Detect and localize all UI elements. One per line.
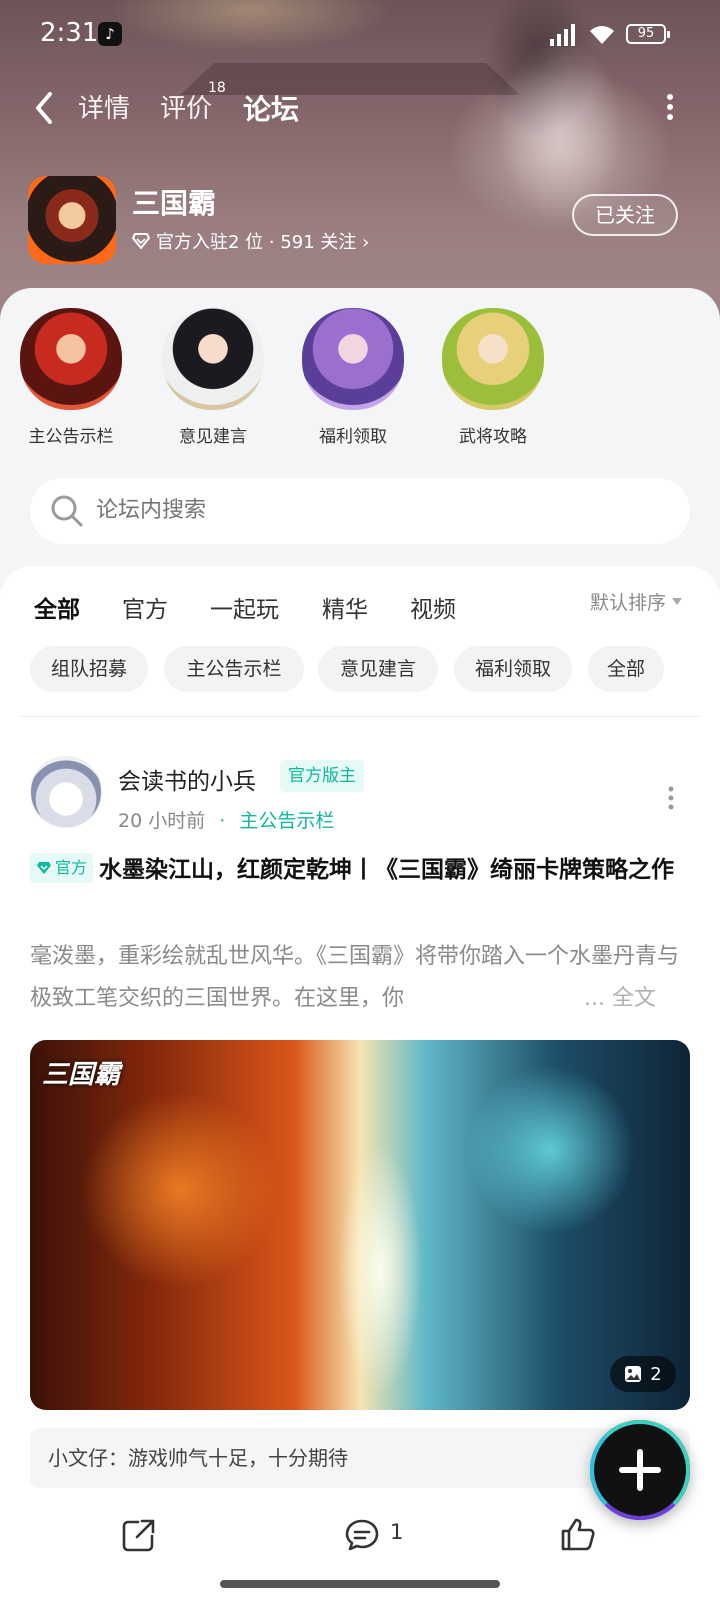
post-title[interactable]: 官方 水墨染江山，红颜定乾坤丨《三国霸》绮丽卡牌策略之作: [30, 850, 690, 890]
follow-button[interactable]: 已关注: [572, 194, 678, 236]
plus-icon: [619, 1449, 661, 1491]
comment-icon[interactable]: [344, 1518, 380, 1552]
forum-panel: 主公告示栏 意见建言 福利领取 武将攻略 全部 官方 一起玩 精华 视频 默认排…: [0, 288, 720, 1600]
game-app-icon[interactable]: [28, 176, 116, 264]
author-avatar[interactable]: [30, 756, 102, 828]
signal-icon: [550, 24, 575, 46]
quick-link-avatar: [302, 308, 404, 410]
quick-link-announcements[interactable]: 主公告示栏: [6, 308, 136, 447]
share-icon[interactable]: [122, 1518, 156, 1552]
tab-official[interactable]: 官方: [122, 590, 168, 624]
post-action-bar: 1: [0, 1506, 720, 1576]
quick-link-rewards[interactable]: 福利领取: [288, 308, 418, 447]
diamond-icon: [132, 233, 150, 249]
game-meta[interactable]: 官方入驻2 位 · 591 关注 ›: [132, 228, 369, 254]
image-icon: [625, 1366, 642, 1382]
tab-featured[interactable]: 精华: [322, 590, 368, 624]
quick-link-avatar: [162, 308, 264, 410]
comment-count: 1: [390, 1520, 404, 1544]
tab-all-label: 全部: [34, 597, 80, 623]
post-meta: 20 小时前 · 主公告示栏: [118, 806, 334, 833]
quick-link-label: 福利领取: [319, 427, 387, 447]
moderator-badge: 官方版主: [280, 760, 364, 792]
post-time: 20 小时前: [118, 810, 206, 832]
quick-links: 主公告示栏 意见建言 福利领取 武将攻略: [0, 308, 720, 458]
search-bar[interactable]: [30, 478, 690, 544]
chip-all[interactable]: 全部: [588, 646, 664, 692]
official-tag-label: 官方: [55, 858, 88, 877]
game-info-row: 三国霸 官方入驻2 位 · 591 关注 › 已关注: [0, 176, 720, 268]
back-arrow-icon[interactable]: [30, 88, 60, 128]
post-title-text: 水墨染江山，红颜定乾坤丨《三国霸》绮丽卡牌策略之作: [99, 857, 675, 883]
chip-rewards[interactable]: 福利领取: [454, 646, 572, 692]
tab-details[interactable]: 详情: [78, 88, 130, 125]
thumbs-up-icon[interactable]: [560, 1516, 596, 1552]
game-header-banner: 2:31 ♪ 95 详情 评价 18 论坛 三国霸 官方入驻2 位 · 591 …: [0, 0, 720, 330]
tab-play-together[interactable]: 一起玩: [210, 590, 279, 624]
quick-link-label: 武将攻略: [459, 427, 527, 447]
quick-link-guides[interactable]: 武将攻略: [428, 308, 558, 447]
more-vertical-icon[interactable]: [666, 92, 674, 122]
meta-separator: ·: [219, 810, 226, 832]
tab-videos[interactable]: 视频: [410, 590, 456, 624]
home-indicator[interactable]: [220, 1580, 500, 1588]
official-tag: 官方: [30, 853, 94, 883]
post-image[interactable]: 三国霸 2: [30, 1040, 690, 1410]
post-more-icon[interactable]: [668, 786, 674, 810]
diamond-icon: [37, 862, 51, 874]
sort-label: 默认排序: [590, 592, 667, 614]
quick-link-label: 主公告示栏: [28, 427, 114, 447]
image-count-badge: 2: [610, 1356, 676, 1392]
tab-forum[interactable]: 论坛: [240, 88, 302, 128]
quick-link-label: 意见建言: [179, 427, 247, 447]
battery-icon: 95: [626, 24, 670, 44]
tab-all[interactable]: 全部: [34, 590, 80, 624]
game-title: 三国霸: [132, 187, 217, 220]
tiktok-notification-icon: ♪: [98, 22, 122, 46]
create-post-button[interactable]: [590, 1420, 690, 1520]
status-time: 2:31: [40, 18, 99, 48]
game-meta-text: 官方入驻2 位 · 591 关注 ›: [156, 232, 370, 253]
post-section-link[interactable]: 主公告示栏: [239, 810, 334, 832]
status-bar: 2:31 ♪ 95: [0, 0, 720, 70]
wifi-icon: [590, 26, 614, 44]
caret-down-icon: [672, 598, 683, 605]
author-name[interactable]: 会读书的小兵: [118, 762, 256, 796]
chip-feedback[interactable]: 意见建言: [318, 646, 438, 692]
sort-dropdown[interactable]: 默认排序: [590, 588, 683, 615]
game-logo: 三国霸: [42, 1060, 121, 1090]
search-input[interactable]: [96, 478, 656, 544]
reviews-count-badge: 18: [208, 80, 226, 96]
quick-link-avatar: [20, 308, 122, 410]
top-nav: 详情 评价 18 论坛: [0, 78, 720, 138]
chip-team-recruit[interactable]: 组队招募: [30, 646, 148, 692]
image-count: 2: [650, 1363, 662, 1385]
tab-reviews[interactable]: 评价: [160, 88, 212, 125]
read-more-link[interactable]: ... 全文: [580, 978, 656, 1020]
quick-link-avatar: [442, 308, 544, 410]
divider: [20, 716, 700, 717]
chip-announcements[interactable]: 主公告示栏: [164, 646, 304, 692]
search-icon: [51, 495, 83, 527]
quick-link-feedback[interactable]: 意见建言: [148, 308, 278, 447]
